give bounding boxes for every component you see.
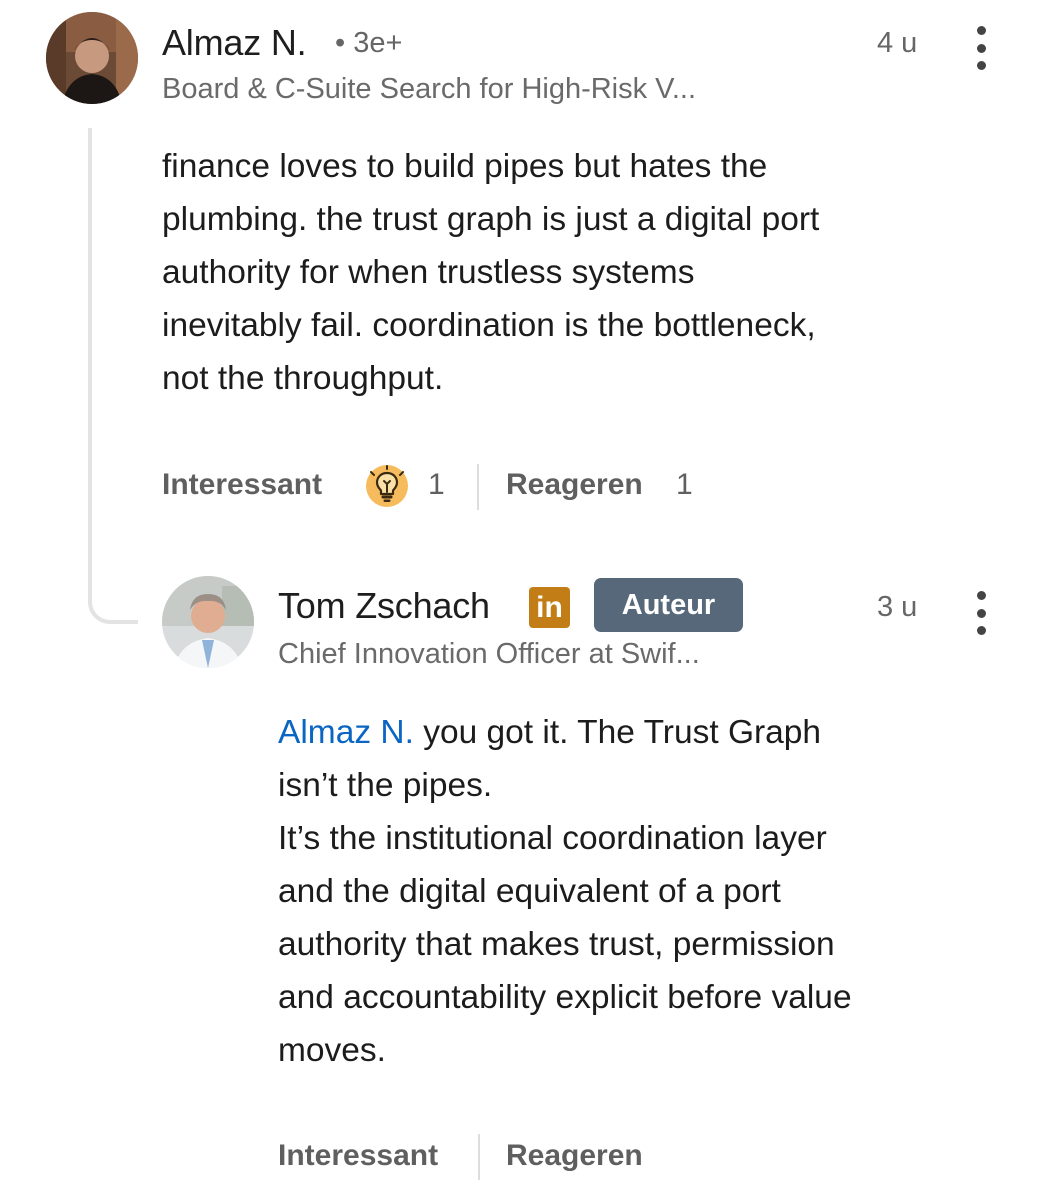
author-badge-label: Auteur — [621, 588, 716, 621]
avatar-tom[interactable] — [162, 576, 254, 668]
lightbulb-icon — [365, 464, 409, 508]
reply-text-body: you got it. The Trust Graph isn’t the pi… — [278, 714, 852, 1069]
comment-text: finance loves to build pipes but hates t… — [162, 148, 820, 397]
comment-more-options-icon[interactable] — [973, 26, 989, 70]
reply-like-button[interactable]: Interessant — [278, 1139, 438, 1173]
reply-timestamp: 3 u — [877, 591, 918, 623]
comment-like-button[interactable]: Interessant — [162, 468, 322, 502]
reaction-count[interactable]: 1 — [428, 468, 445, 502]
comment-author-name[interactable]: Almaz N. — [162, 22, 307, 64]
comment-author-headline: Board & C-Suite Search for High-Risk V..… — [162, 73, 697, 105]
reply-reply-button[interactable]: Reageren — [506, 1139, 643, 1173]
linkedin-badge-text: in — [536, 590, 563, 624]
thread-connector-line — [88, 128, 138, 624]
comment-timestamp: 4 u — [877, 27, 918, 59]
action-divider — [477, 464, 479, 510]
reply-author-name[interactable]: Tom Zschach — [278, 585, 490, 627]
action-divider — [478, 1134, 480, 1180]
linkedin-icon: in — [529, 587, 570, 628]
reply-author-headline: Chief Innovation Officer at Swif... — [278, 638, 700, 670]
reply-count[interactable]: 1 — [676, 468, 693, 502]
reply-text: Almaz N. you got it. The Trust Graph isn… — [278, 706, 1018, 1077]
comment-reply-button[interactable]: Reageren — [506, 468, 643, 502]
connection-degree: • 3e+ — [335, 27, 403, 59]
reply-more-options-icon[interactable] — [973, 591, 989, 635]
author-badge: Auteur — [594, 578, 743, 632]
avatar-almaz[interactable] — [46, 12, 138, 104]
mention-link[interactable]: Almaz N. — [278, 714, 414, 751]
